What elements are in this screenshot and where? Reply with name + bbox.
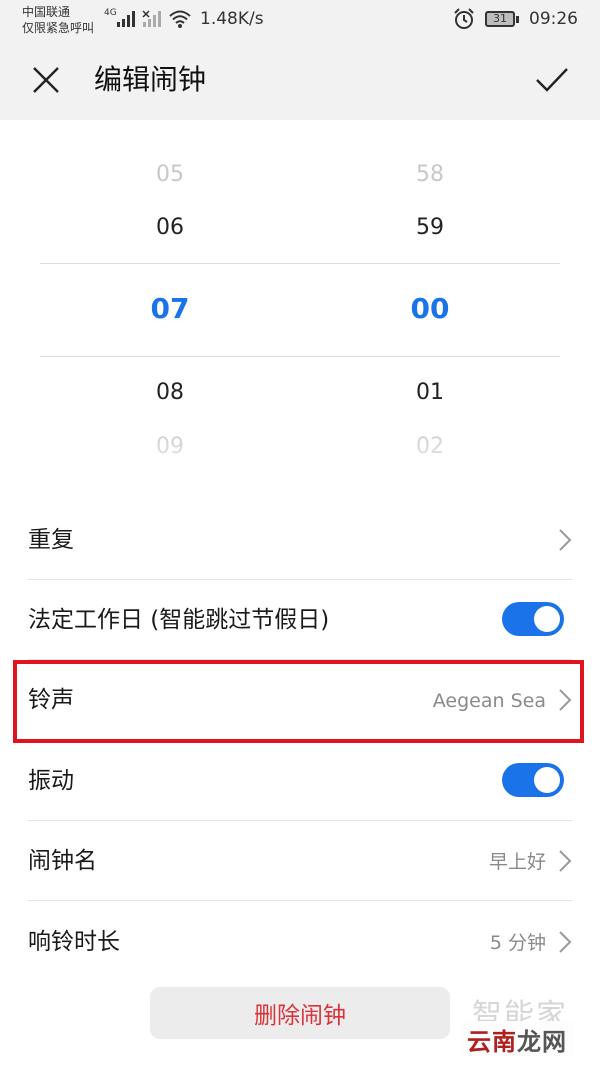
minute-selected[interactable]: 00 [360,292,500,325]
alarm-name-label: 闹钟名 [28,848,97,874]
repeat-label: 重复 [28,527,74,553]
minute-option[interactable]: 01 [360,380,500,405]
confirm-button[interactable] [532,62,572,98]
emergency-only-text: 仅限紧急呼叫 [22,21,95,35]
checkmark-icon [536,68,568,92]
watermark-part2: 龙网 [517,1027,567,1056]
close-button[interactable] [28,62,64,98]
hour-option[interactable]: 06 [100,215,240,240]
ring-duration-label: 响铃时长 [28,929,120,955]
page-title: 编辑闹钟 [94,63,207,96]
alarm-name-value: 早上好 [488,851,546,873]
chevron-right-icon [559,931,572,953]
workday-label: 法定工作日 (智能跳过节假日) [28,607,330,633]
vibrate-row: 振动 [0,741,600,821]
alarm-name-row[interactable]: 闹钟名 早上好 [0,821,600,901]
minute-option[interactable]: 59 [360,215,500,240]
signal-no-service-icon [142,10,161,27]
signal-icon [117,11,135,27]
close-icon [33,67,59,93]
title-bar: 编辑闹钟 [0,40,600,120]
divider [28,900,572,901]
chevron-right-icon [559,850,572,872]
watermark-part1: 云南 [467,1027,517,1056]
picker-fade [0,420,600,480]
toggle-knob [534,767,560,793]
repeat-row[interactable]: 重复 [0,500,600,580]
carrier-info: 中国联通 仅限紧急呼叫 [22,4,94,36]
clock: 09:26 [529,9,578,29]
chevron-right-icon [559,529,572,551]
workday-toggle[interactable] [502,602,564,636]
watermark-bottom: 云南 龙网 [461,1021,573,1057]
wifi-icon [169,10,191,28]
status-right: 31 09:26 [453,8,578,30]
hour-option[interactable]: 05 [100,162,240,187]
hour-option[interactable]: 08 [100,380,240,405]
network-type-label: 4G [104,8,117,18]
delete-alarm-button[interactable]: 删除闹钟 [150,987,450,1039]
battery-level: 31 [485,11,515,27]
toggle-knob [534,606,560,632]
hour-selected[interactable]: 07 [100,292,240,325]
vibrate-label: 振动 [28,768,74,794]
status-bar: 中国联通 仅限紧急呼叫 4G 1.48K/s 31 09:26 [0,0,600,40]
ring-duration-row[interactable]: 响铃时长 5 分钟 [0,902,600,982]
ringtone-highlight-box [13,660,584,743]
time-picker: 05 06 07 08 09 58 59 00 01 02 [0,120,600,480]
alarm-icon [454,8,474,29]
ring-duration-value: 5 分钟 [489,932,546,954]
battery-icon: 31 [485,11,519,27]
net-speed: 1.48K/s [200,9,264,29]
carrier-name: 中国联通 [22,5,71,19]
workday-row: 法定工作日 (智能跳过节假日) [0,580,600,660]
vibrate-toggle[interactable] [502,763,564,797]
minute-option[interactable]: 58 [360,162,500,187]
